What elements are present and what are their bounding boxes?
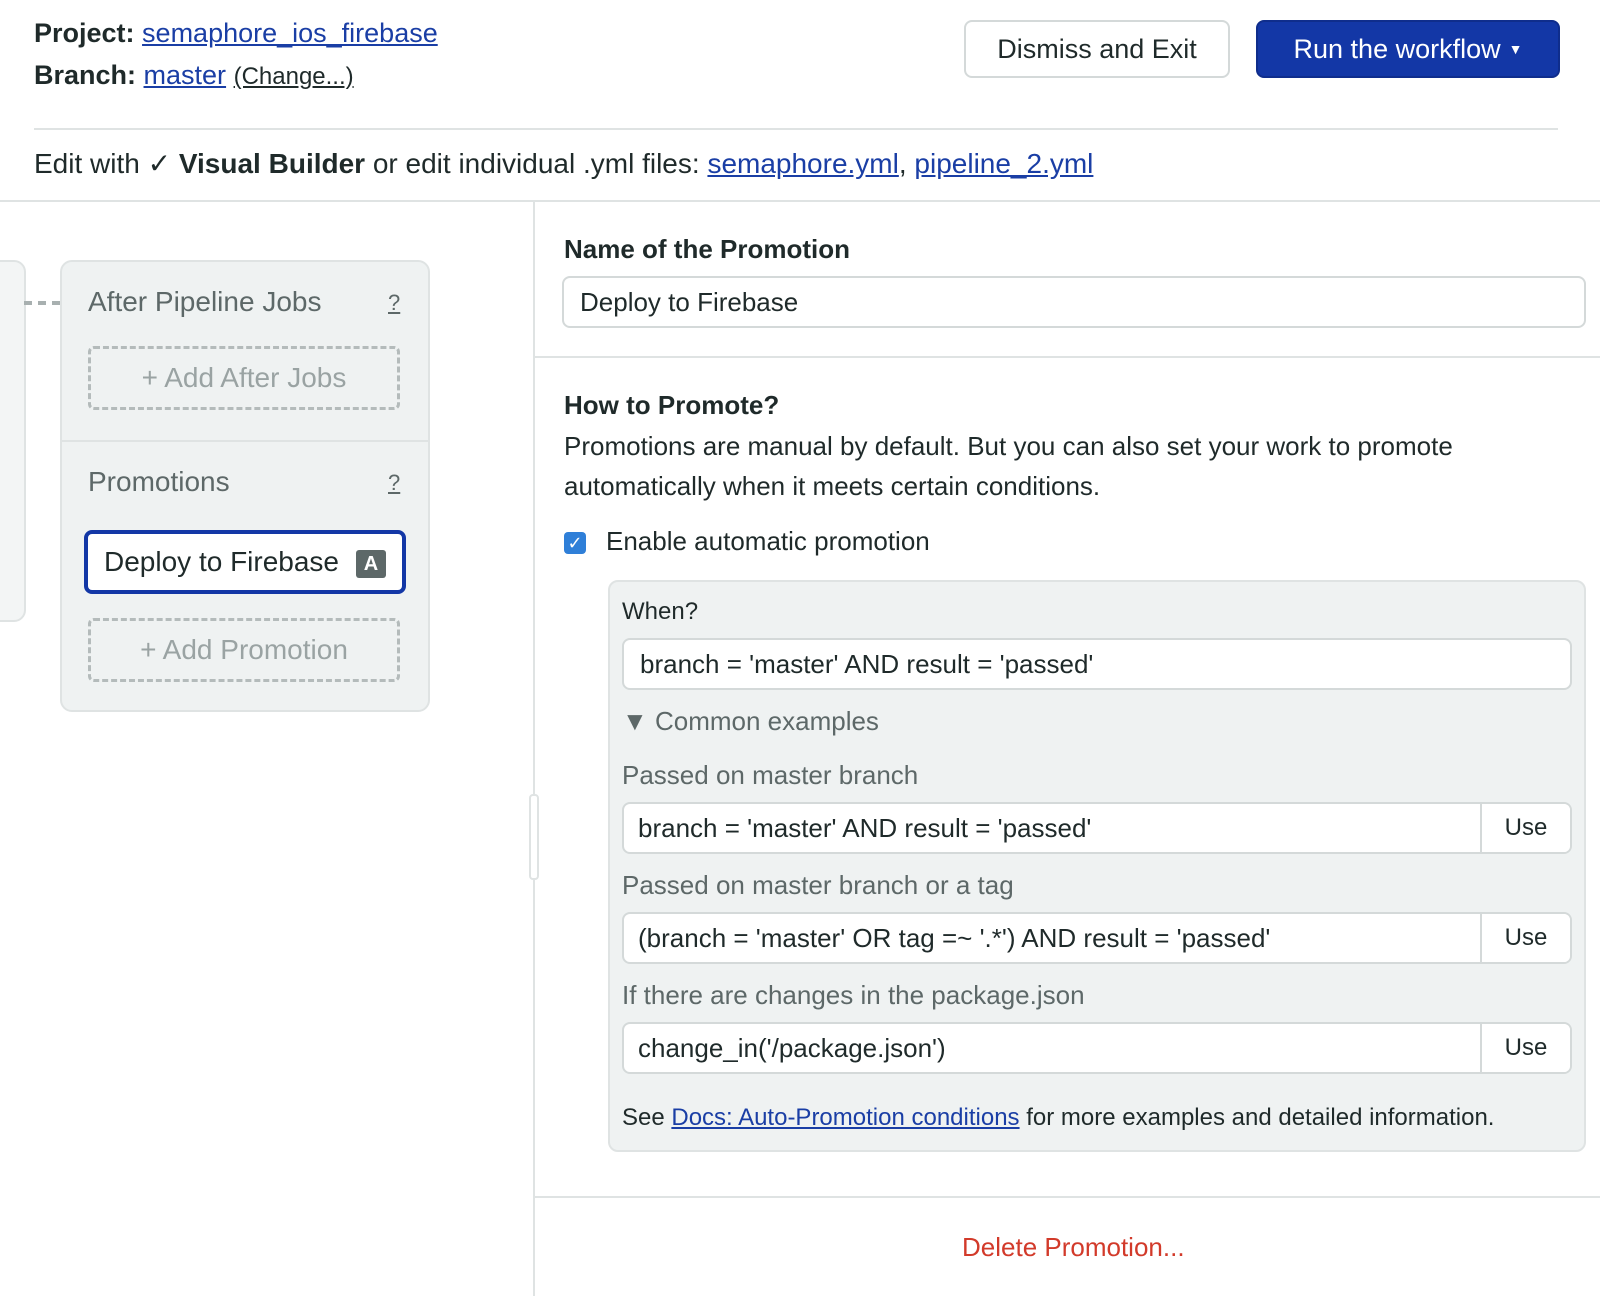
edit-separator: , [898, 148, 915, 179]
visual-builder-label: Visual Builder [178, 148, 366, 179]
example-label: If there are changes in the package.json [622, 980, 1085, 1010]
panel-splitter [533, 202, 535, 1296]
dismiss-label: Dismiss and Exit [997, 33, 1197, 64]
example-row: change_in('/package.json') Use [622, 1022, 1572, 1074]
after-jobs-title: After Pipeline Jobs [88, 286, 322, 317]
when-label: When? [622, 598, 699, 625]
semaphore-yml-link[interactable]: semaphore.yml [707, 148, 898, 179]
common-examples-toggle[interactable]: ▼ Common examples [622, 706, 879, 737]
toolbar-divider [0, 200, 1600, 202]
run-label: Run the workflow [1293, 33, 1501, 64]
how-to-promote-description: Promotions are manual by default. But yo… [564, 431, 1453, 501]
card-divider [60, 440, 430, 442]
header-divider [34, 128, 1558, 130]
promotion-deploy-to-firebase[interactable]: Deploy to Firebase A [84, 530, 406, 594]
example-condition[interactable]: change_in('/package.json') [624, 1024, 1480, 1072]
example-condition[interactable]: (branch = 'master' OR tag =~ '.*') AND r… [624, 914, 1480, 962]
delete-section-divider [535, 1196, 1600, 1198]
branch-label: Branch: [34, 60, 137, 90]
previous-block-card[interactable] [0, 260, 26, 622]
edit-bar: Edit with ✓ Visual Builder or edit indiv… [34, 146, 1093, 182]
example-label: Passed on master branch or a tag [622, 870, 1014, 900]
edit-prefix: Edit with [34, 148, 148, 179]
auto-promotion-badge: A [356, 550, 386, 578]
pipeline-2-yml-link[interactable]: pipeline_2.yml [914, 148, 1093, 179]
check-icon: ✓ [147, 148, 172, 179]
enable-auto-promotion-label: Enable automatic promotion [606, 526, 930, 556]
use-example-button[interactable]: Use [1480, 1024, 1570, 1072]
name-section-divider [535, 356, 1600, 358]
change-branch-link[interactable]: (Change...) [234, 63, 354, 90]
branch-link[interactable]: master [144, 60, 227, 90]
example-row: (branch = 'master' OR tag =~ '.*') AND r… [622, 912, 1572, 964]
promotion-name-value: Deploy to Firebase [580, 286, 799, 317]
promotion-item-label: Deploy to Firebase [104, 546, 340, 577]
checkmark-icon: ✓ [567, 532, 583, 553]
use-example-button[interactable]: Use [1480, 914, 1570, 962]
edit-middle: or edit individual .yml files: [365, 148, 708, 179]
example-row: branch = 'master' AND result = 'passed' … [622, 802, 1572, 854]
after-jobs-help-icon[interactable]: ? [388, 290, 400, 316]
promotions-title: Promotions [88, 466, 230, 497]
docs-auto-promotion-link[interactable]: Docs: Auto-Promotion conditions [671, 1104, 1019, 1131]
project-link[interactable]: semaphore_ios_firebase [142, 18, 438, 48]
run-workflow-button[interactable]: Run the workflow ▼ [1256, 20, 1560, 78]
add-promotion-label: + Add Promotion [140, 634, 348, 665]
resize-handle[interactable] [529, 794, 539, 880]
docs-prefix: See [622, 1104, 672, 1131]
docs-suffix: for more examples and detailed informati… [1019, 1104, 1495, 1131]
promotions-help-icon[interactable]: ? [388, 470, 400, 496]
when-condition-value: branch = 'master' AND result = 'passed' [640, 648, 1094, 679]
how-to-promote-title: How to Promote? [564, 390, 780, 420]
dismiss-and-exit-button[interactable]: Dismiss and Exit [964, 20, 1230, 78]
promotion-name-label: Name of the Promotion [564, 234, 851, 264]
use-example-button[interactable]: Use [1480, 804, 1570, 852]
pipeline-connector [24, 301, 60, 305]
enable-auto-promotion-checkbox[interactable]: ✓ [564, 532, 586, 554]
when-condition-input[interactable]: branch = 'master' AND result = 'passed' [622, 638, 1572, 690]
delete-promotion-link[interactable]: Delete Promotion... [962, 1232, 1185, 1263]
add-after-jobs-label: + Add After Jobs [141, 362, 347, 393]
example-label: Passed on master branch [622, 760, 919, 790]
caret-down-icon: ▼ [1508, 41, 1523, 57]
add-promotion-button[interactable]: + Add Promotion [88, 618, 400, 682]
example-condition[interactable]: branch = 'master' AND result = 'passed' [624, 804, 1480, 852]
promotion-name-input[interactable]: Deploy to Firebase [562, 276, 1586, 328]
add-after-jobs-button[interactable]: + Add After Jobs [88, 346, 400, 410]
docs-line: See Docs: Auto-Promotion conditions for … [622, 1104, 1494, 1132]
branch-line: Branch: master (Change...) [34, 58, 354, 94]
project-label: Project: [34, 18, 135, 48]
project-line: Project: semaphore_ios_firebase [34, 16, 438, 50]
